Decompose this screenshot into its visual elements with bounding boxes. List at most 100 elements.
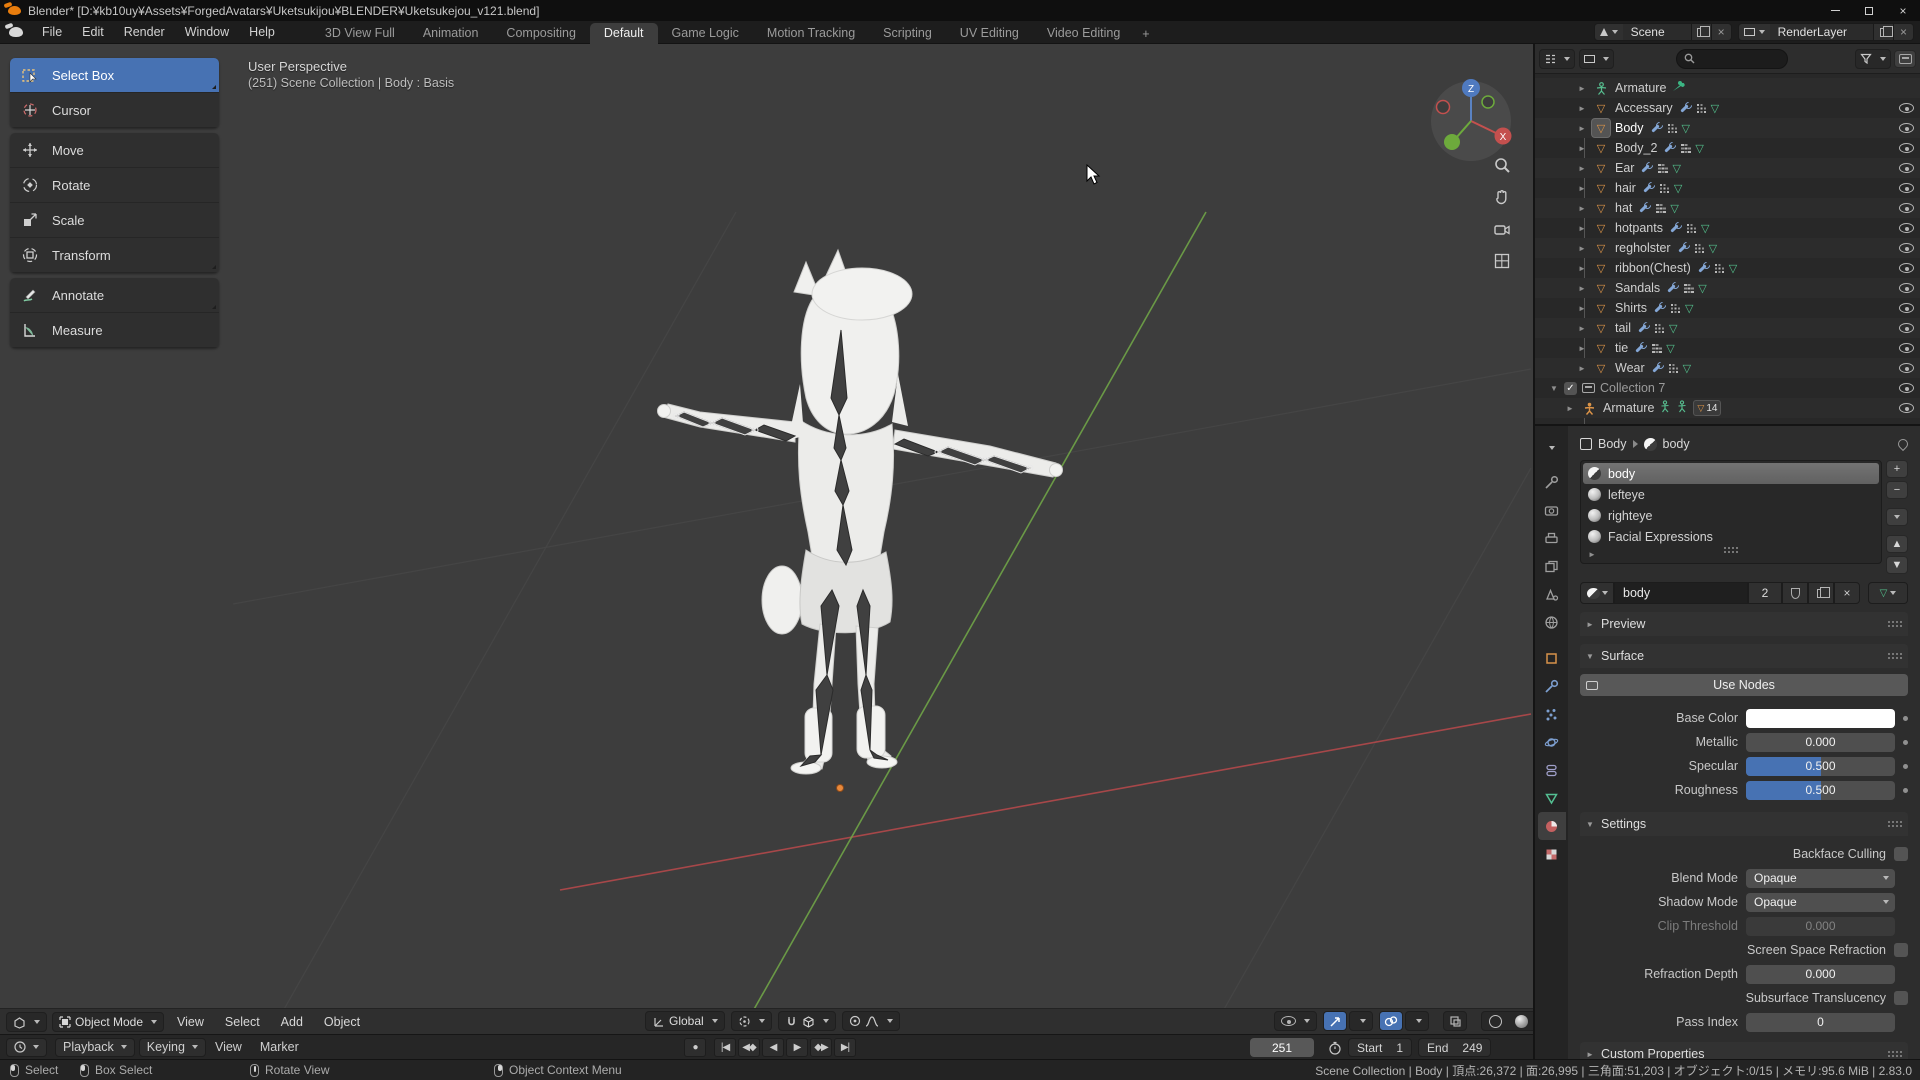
disclosure-icon[interactable]: ► <box>1577 184 1587 193</box>
menu-render[interactable]: Render <box>114 21 175 44</box>
stopwatch-icon[interactable] <box>1328 1041 1342 1055</box>
users-count-button[interactable]: 2 <box>1748 582 1782 604</box>
new-material-button[interactable] <box>1808 582 1834 604</box>
menu-object[interactable]: Object <box>316 1011 368 1033</box>
gizmos-toggle[interactable] <box>1323 1011 1347 1031</box>
tab-game-logic[interactable]: Game Logic <box>658 23 753 44</box>
tab-particles[interactable] <box>1538 700 1566 728</box>
slot-facial-expressions[interactable]: Facial Expressions <box>1583 526 1879 547</box>
fake-user-button[interactable] <box>1782 582 1808 604</box>
disclosure-icon[interactable]: ► <box>1577 124 1587 133</box>
tool-measure[interactable]: Measure <box>10 313 219 348</box>
tab-motion-tracking[interactable]: Motion Tracking <box>753 23 869 44</box>
object-name[interactable]: Armature <box>1603 401 1654 415</box>
eye-icon[interactable] <box>1899 103 1914 113</box>
object-name[interactable]: Sandals <box>1615 281 1660 295</box>
play-button[interactable]: ▶ <box>786 1038 808 1057</box>
tab-output[interactable] <box>1538 524 1566 552</box>
disclosure-icon[interactable]: ► <box>1577 164 1587 173</box>
outliner-row-armature2[interactable]: ► Armature ▽ 14 <box>1535 398 1920 418</box>
animate-dot[interactable] <box>1903 788 1908 793</box>
object-name[interactable]: Shirts <box>1615 301 1647 315</box>
metallic-field[interactable]: 0.000 <box>1746 733 1895 752</box>
add-slot-button[interactable]: + <box>1886 460 1908 478</box>
tab-scripting[interactable]: Scripting <box>869 23 946 44</box>
panel-surface[interactable]: ▼ Surface <box>1580 644 1908 668</box>
zoom-icon[interactable] <box>1489 152 1515 178</box>
tool-move[interactable]: Move <box>10 133 219 168</box>
tool-transform[interactable]: Transform <box>10 238 219 273</box>
object-visibility-selector[interactable] <box>1274 1011 1317 1031</box>
tool-cursor[interactable]: Cursor <box>10 93 219 128</box>
remove-slot-button[interactable]: − <box>1886 481 1908 499</box>
move-slot-down-button[interactable]: ▼ <box>1886 556 1908 574</box>
tab-3d-view-full[interactable]: 3D View Full <box>311 23 409 44</box>
disclosure-icon[interactable]: ► <box>1577 144 1587 153</box>
proportional-edit-controls[interactable] <box>842 1011 900 1031</box>
animate-dot[interactable] <box>1903 740 1908 745</box>
refraction-depth-field[interactable]: 0.000 <box>1746 965 1895 984</box>
eye-icon[interactable] <box>1899 383 1914 393</box>
slot-righteye[interactable]: righteye <box>1583 505 1879 526</box>
record-button[interactable]: ● <box>684 1038 706 1057</box>
menu-help[interactable]: Help <box>239 21 285 44</box>
object-name[interactable]: Wear <box>1615 361 1645 375</box>
tab-texture[interactable] <box>1538 840 1566 868</box>
tool-rotate[interactable]: Rotate <box>10 168 219 203</box>
scene-browse-button[interactable] <box>1595 24 1623 40</box>
mode-selector[interactable]: Object Mode <box>52 1012 164 1032</box>
outliner-row-body[interactable]: ► ▽ Body ▽ <box>1535 118 1920 138</box>
panel-grip[interactable] <box>1888 1051 1902 1058</box>
list-resize-grip[interactable] <box>1724 547 1738 554</box>
pivot-point-selector[interactable] <box>731 1011 772 1031</box>
disclosure-icon[interactable]: ► <box>1577 324 1587 333</box>
jump-to-start-button[interactable]: |◀ <box>714 1038 736 1057</box>
prev-keyframe-button[interactable]: ◀◆ <box>738 1038 760 1057</box>
shading-wireframe-button[interactable] <box>1482 1012 1508 1030</box>
panel-grip[interactable] <box>1888 821 1902 828</box>
tab-default[interactable]: Default <box>590 23 658 44</box>
tab-compositing[interactable]: Compositing <box>492 23 589 44</box>
tab-tool[interactable] <box>1538 468 1566 496</box>
use-nodes-button[interactable]: Use Nodes <box>1580 674 1908 696</box>
tab-material[interactable] <box>1538 812 1566 840</box>
overlays-toggle[interactable] <box>1379 1011 1403 1031</box>
ssr-checkbox[interactable] <box>1894 943 1908 957</box>
blend-mode-dropdown[interactable]: Opaque <box>1746 869 1895 888</box>
panel-preview[interactable]: ► Preview <box>1580 612 1908 636</box>
outliner-filter[interactable] <box>1855 49 1891 69</box>
material-name-field[interactable]: body <box>1614 582 1748 604</box>
eye-icon[interactable] <box>1899 343 1914 353</box>
timeline-view-menu[interactable]: View <box>206 1040 251 1054</box>
timeline-marker-menu[interactable]: Marker <box>251 1040 308 1054</box>
disclosure-icon[interactable]: ► <box>1577 364 1587 373</box>
next-keyframe-button[interactable]: ◆▶ <box>810 1038 832 1057</box>
disclosure-icon[interactable]: ► <box>1577 344 1587 353</box>
slot-specials-button[interactable] <box>1886 508 1908 526</box>
viewport-3d[interactable]: User Perspective (251) Scene Collection … <box>0 44 1533 1034</box>
transform-orientation-selector[interactable]: Global <box>645 1011 725 1031</box>
disclosure-icon[interactable]: ► <box>1565 404 1575 413</box>
breadcrumb-material[interactable]: body <box>1663 437 1690 451</box>
eye-icon[interactable] <box>1899 183 1914 193</box>
backface-culling-checkbox[interactable] <box>1894 847 1908 861</box>
pass-index-field[interactable]: 0 <box>1746 1013 1895 1032</box>
menu-file[interactable]: File <box>32 21 72 44</box>
collection-name[interactable]: Collection 7 <box>1600 381 1665 395</box>
outliner-row-tail[interactable]: ► ▽ tail ▽ <box>1535 318 1920 338</box>
outliner-row-sandals[interactable]: ► ▽ Sandals ▽ <box>1535 278 1920 298</box>
ortho-grid-icon[interactable] <box>1489 248 1515 274</box>
eye-icon[interactable] <box>1899 123 1914 133</box>
object-name[interactable]: hair <box>1615 181 1636 195</box>
outliner-editor-selector[interactable] <box>1539 49 1575 69</box>
keying-menu[interactable]: Keying <box>139 1038 206 1057</box>
camera-view-icon[interactable] <box>1489 216 1515 242</box>
viewlayer-remove-button[interactable]: × <box>1893 24 1913 40</box>
eye-icon[interactable] <box>1899 163 1914 173</box>
outliner-row-regholster[interactable]: ► ▽ regholster ▽ <box>1535 238 1920 258</box>
shading-solid-button[interactable] <box>1508 1012 1533 1030</box>
menu-window[interactable]: Window <box>175 21 239 44</box>
disclosure-icon[interactable]: ► <box>1577 244 1587 253</box>
tab-video-editing[interactable]: Video Editing <box>1033 23 1134 44</box>
properties-editor-selector[interactable] <box>1538 434 1566 462</box>
